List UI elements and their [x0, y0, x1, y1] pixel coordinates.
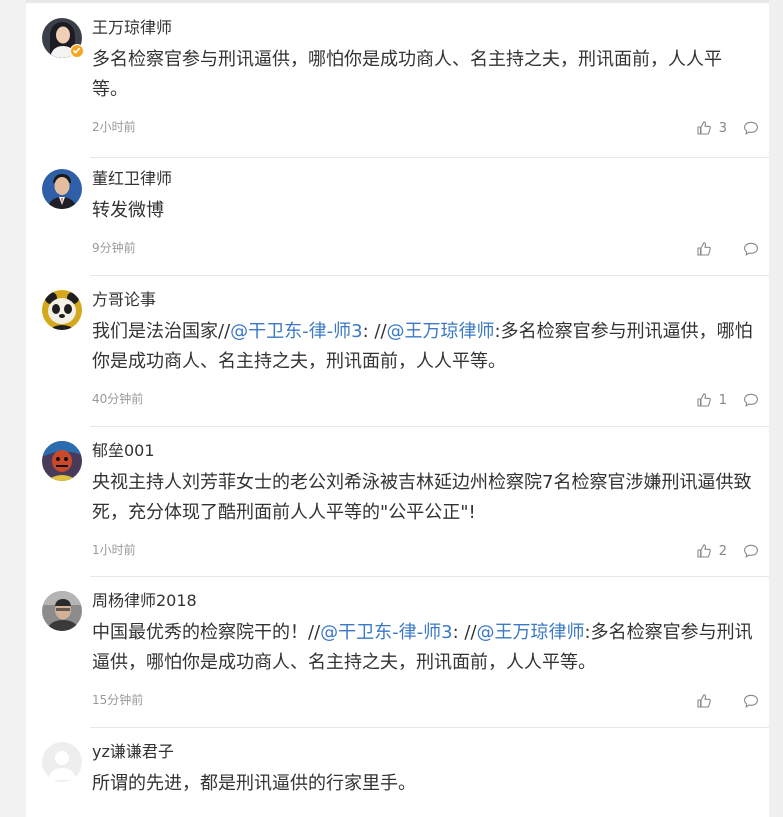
avatar[interactable] [42, 591, 82, 631]
comment-text: 中国最优秀的检察院干的！//@干卫东-律-师3: //@王万琼律师:多名检察官参… [92, 618, 754, 678]
comment-text: 所谓的先进，都是刑讯逼供的行家里手。 [92, 769, 754, 799]
comment-item: yz谦谦君子 所谓的先进，都是刑讯逼供的行家里手。 [26, 742, 769, 817]
comment-author[interactable]: yz谦谦君子 [92, 741, 174, 763]
avatar[interactable] [42, 441, 82, 481]
avatar[interactable] [42, 290, 82, 330]
comment-time: 1小时前 [92, 543, 136, 557]
comment-text-segment: : // [452, 622, 477, 643]
like-button[interactable]: 1 [696, 392, 727, 408]
thumbs-up-icon [697, 544, 711, 558]
comment-text-segment: 中国最优秀的检察院干的！// [92, 622, 321, 643]
comment-time: 40分钟前 [92, 392, 144, 406]
like-count: 1 [718, 392, 727, 408]
avatar[interactable] [42, 169, 82, 209]
avatar[interactable] [42, 742, 82, 782]
comment-item: 董红卫律师 转发微博 9分钟前 [26, 169, 769, 276]
comment-author[interactable]: 方哥论事 [92, 289, 156, 311]
comment-text-segment: 转发微博 [92, 200, 164, 221]
comment-text-segment: 多名检察官参与刑讯逼供，哪怕你是成功商人、名主持之夫，刑讯面前，人人平等。 [92, 49, 722, 100]
comment-text-segment: 所谓的先进，都是刑讯逼供的行家里手。 [92, 773, 416, 794]
mention-link[interactable]: @王万琼律师 [477, 622, 585, 643]
comment-author[interactable]: 郁垒001 [92, 440, 155, 462]
comment-author[interactable]: 董红卫律师 [92, 168, 172, 190]
like-button[interactable]: 2 [696, 543, 727, 559]
thumbs-up-icon [697, 121, 711, 135]
comment-time: 2小时前 [92, 120, 136, 134]
mention-link[interactable]: @干卫东-律-师3 [230, 321, 362, 342]
thumbs-up-icon [697, 393, 711, 407]
comment-bubble-icon[interactable] [743, 693, 759, 709]
comment-panel: 王万琼律师 多名检察官参与刑讯逼供，哪怕你是成功商人、名主持之夫，刑讯面前，人人… [26, 0, 769, 817]
like-count: 2 [718, 543, 727, 559]
comment-item: 郁垒001 央视主持人刘芳菲女士的老公刘希泳被吉林延边州检察院7名检察官涉嫌刑讯… [26, 441, 769, 577]
comment-text-segment: : // [362, 321, 387, 342]
like-count: 3 [718, 120, 727, 136]
comment-time: 15分钟前 [92, 693, 144, 707]
comment-text: 我们是法治国家//@干卫东-律-师3: //@王万琼律师:多名检察官参与刑讯逼供… [92, 317, 754, 377]
comment-bubble-icon[interactable] [743, 543, 759, 559]
mention-link[interactable]: @王万琼律师 [387, 321, 495, 342]
comment-bubble-icon[interactable] [743, 392, 759, 408]
mention-link[interactable]: @干卫东-律-师3 [320, 622, 452, 643]
comment-author[interactable]: 周杨律师2018 [92, 590, 197, 612]
comment-bubble-icon[interactable] [743, 241, 759, 257]
comment-time: 9分钟前 [92, 241, 136, 255]
like-button[interactable] [696, 693, 727, 709]
comment-item: 周杨律师2018 中国最优秀的检察院干的！//@干卫东-律-师3: //@王万琼… [26, 591, 769, 728]
top-border [26, 0, 769, 3]
scrollbar[interactable] [769, 0, 783, 817]
comment-bubble-icon[interactable] [743, 120, 759, 136]
comment-text: 央视主持人刘芳菲女士的老公刘希泳被吉林延边州检察院7名检察官涉嫌刑讯逼供致死，充… [92, 468, 754, 528]
comment-text: 多名检察官参与刑讯逼供，哪怕你是成功商人、名主持之夫，刑讯面前，人人平等。 [92, 45, 754, 105]
comment-divider [90, 157, 769, 158]
thumbs-up-icon [697, 242, 711, 256]
comment-divider [90, 275, 769, 276]
comment-text: 转发微博 [92, 196, 754, 226]
comment-text-segment: 央视主持人刘芳菲女士的老公刘希泳被吉林延边州检察院7名检察官涉嫌刑讯逼供致死，充… [92, 472, 752, 523]
like-button[interactable] [696, 241, 727, 257]
comment-divider [90, 727, 769, 728]
comment-item: 方哥论事 我们是法治国家//@干卫东-律-师3: //@王万琼律师:多名检察官参… [26, 290, 769, 427]
verified-badge-icon [70, 44, 84, 58]
comment-divider [90, 426, 769, 427]
comment-divider [90, 576, 769, 577]
like-button[interactable]: 3 [696, 120, 727, 136]
comment-author[interactable]: 王万琼律师 [92, 17, 172, 39]
comment-text-segment: 我们是法治国家// [92, 321, 231, 342]
thumbs-up-icon [697, 694, 711, 708]
comment-item: 王万琼律师 多名检察官参与刑讯逼供，哪怕你是成功商人、名主持之夫，刑讯面前，人人… [26, 18, 769, 158]
